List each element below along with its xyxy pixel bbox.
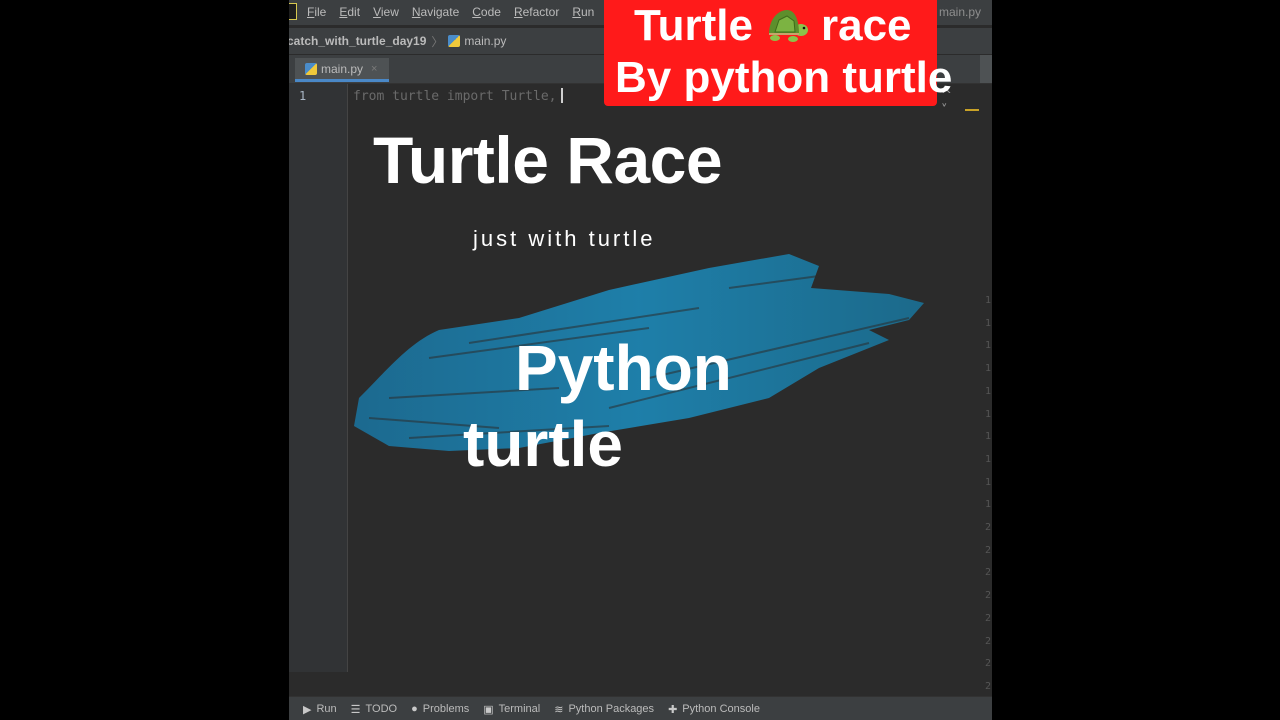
tool-label: Terminal: [498, 703, 541, 715]
ide-window: File Edit View Navigate Code Refactor Ru…: [289, 0, 992, 720]
tool-run-button[interactable]: ▶ Run: [303, 703, 337, 716]
overlay-turtle-text: turtle: [463, 408, 623, 480]
tab-label: main.py: [321, 61, 364, 76]
line-number: 1: [299, 89, 307, 103]
tool-python-packages-button[interactable]: ≋ Python Packages: [554, 703, 654, 716]
menu-refactor[interactable]: Refactor: [514, 5, 559, 19]
tool-problems-button[interactable]: ● Problems: [411, 703, 469, 715]
code-line[interactable]: from turtle import Turtle,: [353, 88, 563, 104]
breadcrumb-project[interactable]: catch_with_turtle_day19: [289, 34, 426, 48]
terminal-icon: ▣: [483, 703, 494, 716]
tab-close-icon[interactable]: ×: [371, 63, 377, 75]
overlay-title: Turtle Race: [373, 123, 723, 197]
tab-main-py[interactable]: main.py ×: [295, 58, 389, 82]
menu-edit[interactable]: Edit: [339, 5, 360, 19]
warning-marker[interactable]: [965, 109, 979, 111]
menu-view[interactable]: View: [373, 5, 399, 19]
text-caret: [560, 88, 563, 103]
info-icon: ●: [411, 703, 418, 715]
tool-label: Python Console: [682, 703, 760, 715]
banner-turtle-word: Turtle: [634, 1, 753, 50]
menu-run[interactable]: Run: [572, 5, 594, 19]
breadcrumb-file[interactable]: main.py: [464, 34, 506, 48]
python-file-icon: [448, 35, 461, 47]
right-line-stripe: 1 1 1 1 1 1 1 1 1 1 2 2 2 2 2 2 2 2: [985, 295, 992, 692]
tool-todo-button[interactable]: ☰ TODO: [351, 703, 397, 716]
bottom-tool-window-bar: ▶ Run ☰ TODO ● Problems ▣ Terminal ≋ Pyt…: [289, 696, 992, 720]
menu-code[interactable]: Code: [472, 5, 501, 19]
tool-python-console-button[interactable]: ✚ Python Console: [668, 703, 760, 716]
red-title-banner: Turtle race By python turtle: [604, 0, 952, 106]
window-title-file: main.py: [939, 5, 982, 19]
tool-label: TODO: [365, 703, 398, 715]
banner-race-word: race: [820, 1, 912, 50]
play-icon: ▶: [303, 703, 312, 716]
python-file-icon: [305, 62, 317, 75]
menu-navigate[interactable]: Navigate: [412, 5, 459, 19]
menu-items: File Edit View Navigate Code Refactor Ru…: [307, 5, 607, 19]
tool-terminal-button[interactable]: ▣ Terminal: [483, 703, 540, 716]
line-gutter: 1: [289, 84, 348, 672]
layers-icon: ≋: [554, 703, 564, 716]
app-logo-icon: [289, 3, 297, 20]
tool-label: Problems: [422, 703, 470, 715]
tab-scroll-thumb[interactable]: [980, 55, 992, 83]
overlay-subtitle: just with turtle: [473, 226, 656, 251]
python-icon: ✚: [668, 703, 678, 716]
tool-label: Run: [316, 703, 337, 715]
code-text: from turtle import Turtle,: [353, 89, 557, 104]
banner-line-1: Turtle race: [634, 1, 912, 52]
overlay-python-text: Python: [515, 332, 732, 404]
breadcrumb-separator-icon: 〉: [431, 34, 444, 49]
turtle-icon: [768, 10, 808, 42]
list-icon: ☰: [350, 703, 361, 716]
tool-label: Python Packages: [568, 703, 655, 715]
menu-file[interactable]: File: [307, 5, 326, 19]
banner-line-2: By python turtle: [615, 53, 953, 102]
